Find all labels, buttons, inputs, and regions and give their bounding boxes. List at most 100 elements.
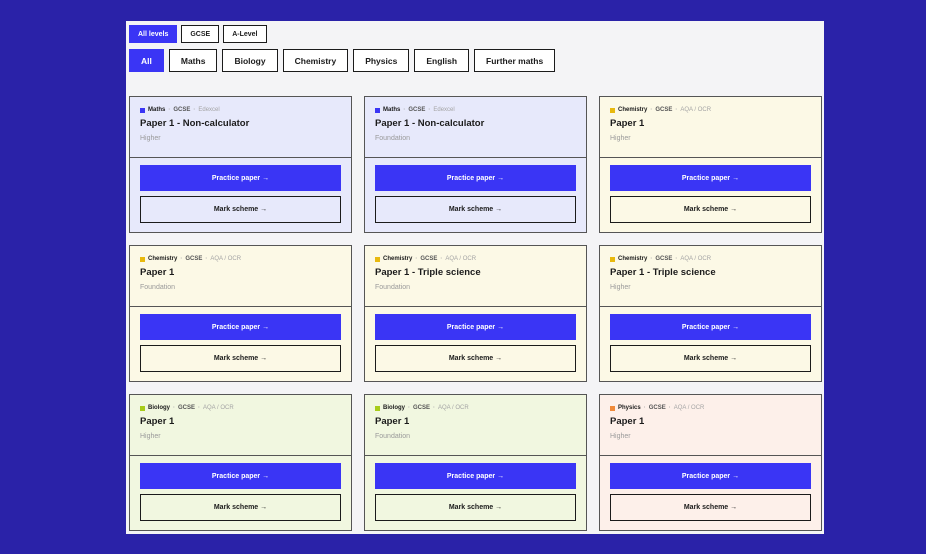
subject-filter-all[interactable]: All	[129, 49, 164, 72]
paper-title: Paper 1 - Triple science	[375, 267, 481, 278]
subject-filter-further-maths[interactable]: Further maths	[474, 49, 556, 72]
paper-title: Paper 1 - Non-calculator	[140, 118, 250, 129]
subject-color-icon	[610, 107, 615, 113]
card-header: Chemistry · GCSE · AQA / OCR Paper 1 Foundatio…	[130, 246, 351, 307]
level-label: GCSE	[185, 256, 203, 262]
meta-separator: ·	[198, 405, 201, 411]
subject-color-icon	[375, 256, 380, 262]
level-label: GCSE	[173, 107, 191, 113]
level-label: GCSE	[413, 405, 431, 411]
content-frame: All levels GCSE A-Level All Maths Biology Che…	[126, 21, 824, 534]
exam-board-label: AQA / OCR	[203, 405, 234, 411]
paper-card: Physics · GCSE · AQA / OCR Paper 1 Higher Pract…	[599, 394, 822, 531]
card-meta: Biology · GCSE · AQA / OCR	[375, 405, 576, 411]
paper-tier: Higher	[610, 433, 631, 440]
meta-separator: ·	[440, 256, 443, 262]
meta-separator: ·	[205, 256, 208, 262]
mark-scheme-button[interactable]: Mark scheme →	[375, 494, 576, 521]
card-meta: Physics · GCSE · AQA / OCR	[610, 405, 811, 411]
exam-board-label: AQA / OCR	[680, 107, 712, 113]
meta-separator: ·	[415, 256, 418, 262]
subject-label: Chemistry	[383, 256, 413, 262]
card-header: Physics · GCSE · AQA / OCR Paper 1 Higher	[600, 395, 821, 456]
meta-separator: ·	[168, 107, 171, 113]
mark-scheme-button[interactable]: Mark scheme →	[610, 494, 811, 521]
practice-paper-button[interactable]: Practice paper →	[140, 314, 341, 340]
subject-label: Maths	[148, 107, 166, 113]
subject-filter-physics[interactable]: Physics	[353, 49, 410, 72]
card-meta: Biology · GCSE · AQA / OCR	[140, 405, 341, 411]
card-meta: Chemistry · GCSE · AQA / OCR	[610, 256, 811, 262]
paper-tier: Higher	[610, 284, 631, 291]
practice-paper-button[interactable]: Practice paper →	[610, 463, 811, 489]
card-header: Chemistry · GCSE · AQA / OCR Paper 1 Higher	[600, 97, 821, 158]
paper-title: Paper 1	[375, 416, 410, 427]
meta-separator: ·	[668, 405, 671, 411]
exam-board-label: Edexcel	[433, 107, 455, 113]
practice-paper-button[interactable]: Practice paper →	[375, 463, 576, 489]
level-label: GCSE	[178, 405, 196, 411]
mark-scheme-button[interactable]: Mark scheme →	[375, 345, 576, 372]
exam-board-label: AQA / OCR	[680, 256, 712, 262]
mark-scheme-button[interactable]: Mark scheme →	[610, 345, 811, 372]
paper-title: Paper 1	[610, 118, 645, 129]
paper-tier: Foundation	[375, 284, 411, 291]
paper-card: Chemistry · GCSE · AQA / OCR Paper 1 - Triple…	[364, 245, 587, 382]
card-header: Chemistry · GCSE · AQA / OCR Paper 1 - Triple…	[600, 246, 821, 307]
paper-title: Paper 1 - Non-calculator	[375, 118, 485, 129]
card-header: Maths · GCSE · Edexcel Paper 1 - Non-calculat…	[365, 97, 586, 158]
paper-tier: Higher	[610, 135, 631, 142]
subject-filter-maths[interactable]: Maths	[168, 49, 218, 72]
exam-board-label: AQA / OCR	[210, 256, 242, 262]
practice-paper-button[interactable]: Practice paper →	[610, 314, 811, 340]
meta-separator: ·	[403, 107, 406, 113]
card-header: Maths · GCSE · Edexcel Paper 1 - Non-calculat…	[130, 97, 351, 158]
exam-board-label: Edexcel	[198, 107, 220, 113]
level-label: GCSE	[655, 256, 673, 262]
subject-color-icon	[140, 256, 145, 262]
mark-scheme-button[interactable]: Mark scheme →	[375, 196, 576, 223]
mark-scheme-button[interactable]: Mark scheme →	[610, 196, 811, 223]
subject-label: Chemistry	[618, 107, 648, 113]
subject-color-icon	[140, 405, 145, 411]
level-filter-a-level[interactable]: A-Level	[223, 25, 267, 43]
exam-board-label: AQA / OCR	[438, 405, 469, 411]
meta-separator: ·	[173, 405, 175, 411]
card-header: Biology · GCSE · AQA / OCR Paper 1 Higher	[130, 395, 351, 456]
subject-filter-chemistry[interactable]: Chemistry	[282, 49, 349, 72]
level-filter-gcse[interactable]: GCSE	[181, 25, 220, 43]
subject-color-icon	[375, 405, 380, 411]
meta-separator: ·	[408, 405, 410, 411]
level-label: GCSE	[420, 256, 438, 262]
subject-color-icon	[140, 107, 145, 113]
practice-paper-button[interactable]: Practice paper →	[140, 463, 341, 489]
practice-paper-button[interactable]: Practice paper →	[140, 165, 341, 191]
meta-separator: ·	[180, 256, 183, 262]
meta-separator: ·	[643, 405, 646, 411]
paper-tier: Foundation	[375, 135, 411, 142]
meta-separator: ·	[675, 107, 678, 113]
subject-label: Maths	[383, 107, 401, 113]
practice-paper-button[interactable]: Practice paper →	[375, 165, 576, 191]
level-label: GCSE	[648, 405, 666, 411]
card-meta: Chemistry · GCSE · AQA / OCR	[610, 107, 811, 113]
paper-card: Maths · GCSE · Edexcel Paper 1 - Non-calculat…	[364, 96, 587, 233]
meta-separator: ·	[433, 405, 436, 411]
subject-label: Biology	[383, 405, 405, 411]
paper-tier: Higher	[140, 433, 161, 440]
paper-tier: Higher	[140, 135, 161, 142]
practice-paper-button[interactable]: Practice paper →	[375, 314, 576, 340]
paper-title: Paper 1	[140, 267, 175, 278]
mark-scheme-button[interactable]: Mark scheme →	[140, 196, 341, 223]
paper-card: Chemistry · GCSE · AQA / OCR Paper 1 Higher Pra…	[599, 96, 822, 233]
subject-label: Chemistry	[148, 256, 178, 262]
level-filter-all-levels[interactable]: All levels	[129, 25, 178, 43]
card-meta: Chemistry · GCSE · AQA / OCR	[140, 256, 341, 262]
paper-title: Paper 1	[140, 416, 175, 427]
exam-board-label: AQA / OCR	[445, 256, 477, 262]
mark-scheme-button[interactable]: Mark scheme →	[140, 494, 341, 521]
subject-filter-biology[interactable]: Biology	[222, 49, 278, 72]
subject-filter-english[interactable]: English	[414, 49, 470, 72]
mark-scheme-button[interactable]: Mark scheme →	[140, 345, 341, 372]
practice-paper-button[interactable]: Practice paper →	[610, 165, 811, 191]
